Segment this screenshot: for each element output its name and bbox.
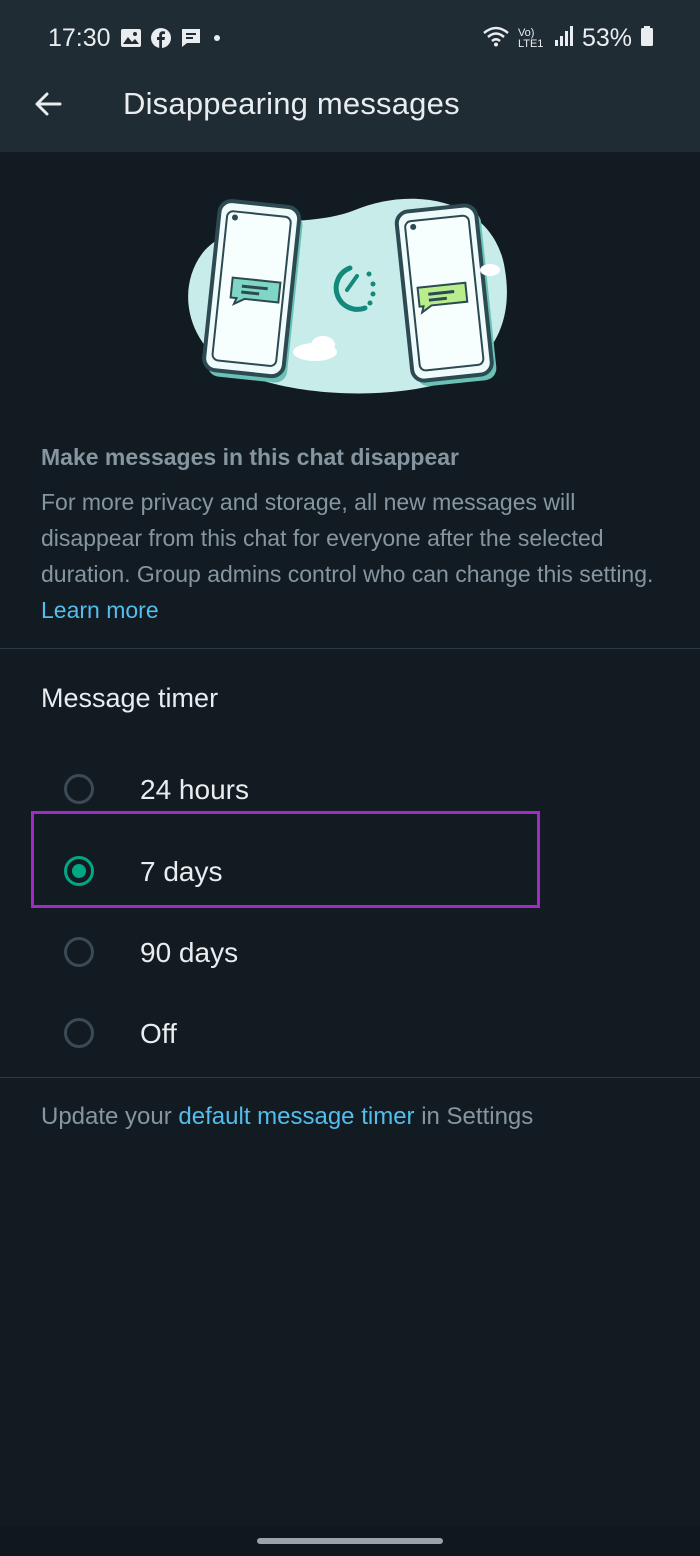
- footer-suffix: in Settings: [421, 1103, 534, 1130]
- facebook-icon: [150, 27, 172, 54]
- image-icon: [120, 27, 142, 54]
- volte-icon: Vo) LTE1: [517, 26, 544, 50]
- status-time: 17:30: [48, 24, 111, 52]
- page-title: Disappearing messages: [123, 86, 460, 121]
- option-label: 90 days: [140, 937, 239, 968]
- divider: [0, 648, 700, 649]
- navigation-bar: [0, 1526, 700, 1556]
- footer-prefix: Update your: [41, 1103, 172, 1130]
- footer-note: Update your default message timer in Set…: [41, 1103, 533, 1131]
- learn-more-link[interactable]: Learn more: [41, 597, 159, 623]
- timer-option-off[interactable]: Off: [30, 996, 540, 1076]
- signal-icon: [554, 25, 574, 52]
- app-bar: Disappearing messages: [0, 80, 700, 152]
- battery-icon: [640, 25, 654, 52]
- option-label: Off: [140, 1018, 177, 1049]
- home-indicator[interactable]: [257, 1538, 443, 1544]
- radio-button[interactable]: [64, 774, 94, 804]
- battery-percent: 53%: [581, 24, 632, 52]
- default-timer-link[interactable]: default message timer: [178, 1103, 414, 1130]
- message-icon: [180, 27, 202, 54]
- top-bar: 17:30 Vo) LTE1 53% Disappearing messages: [0, 0, 700, 152]
- radio-button[interactable]: [64, 937, 94, 967]
- system-icons: Vo) LTE1 53%: [482, 24, 654, 53]
- dot-icon: [210, 31, 224, 50]
- info-headline: Make messages in this chat disappear: [41, 444, 460, 470]
- status-bar: 17:30 Vo) LTE1 53%: [0, 0, 700, 80]
- info-description: For more privacy and storage, all new me…: [41, 484, 661, 628]
- disappearing-messages-illustration: [185, 190, 515, 400]
- divider: [0, 1077, 700, 1078]
- wifi-icon: [482, 25, 510, 52]
- highlight-box: [31, 811, 540, 908]
- notification-icons: [120, 27, 224, 54]
- message-timer-title: Message timer: [41, 683, 219, 713]
- back-button[interactable]: [28, 86, 68, 126]
- timer-option-90-days[interactable]: 90 days: [30, 915, 540, 995]
- description-text: For more privacy and storage, all new me…: [41, 489, 654, 587]
- option-label: 24 hours: [140, 774, 249, 805]
- radio-button[interactable]: [64, 1018, 94, 1048]
- arrow-left-icon: [32, 88, 64, 125]
